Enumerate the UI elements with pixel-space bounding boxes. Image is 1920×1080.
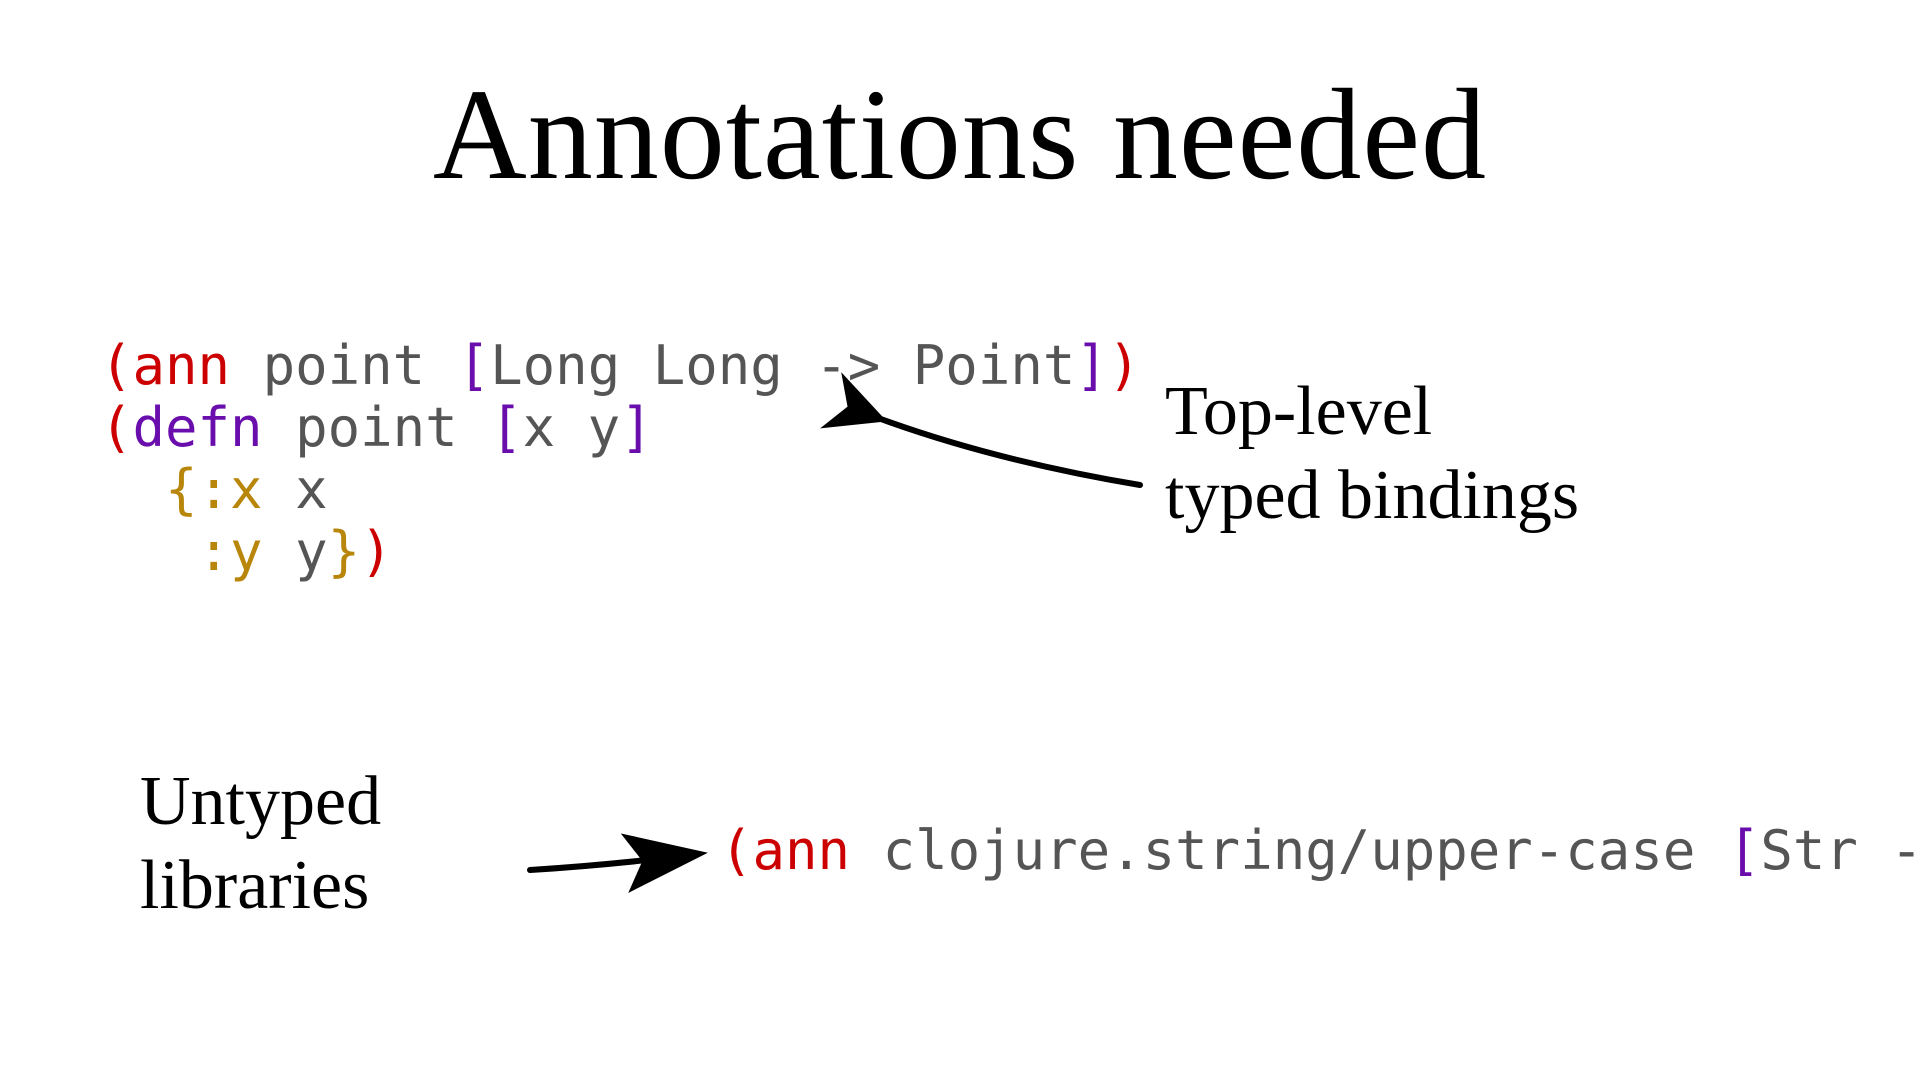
arrow-top bbox=[850, 390, 1150, 510]
code-token: clojure.string/upper-case bbox=[850, 819, 1728, 882]
code-token: point bbox=[230, 334, 458, 397]
slide-title: Annotations needed bbox=[0, 60, 1920, 210]
label-top-line2: typed bindings bbox=[1165, 457, 1579, 534]
code-token: ( bbox=[100, 396, 133, 459]
code-token: { bbox=[165, 458, 198, 521]
label-untyped-libraries: Untyped libraries bbox=[140, 760, 381, 928]
code-token: y bbox=[263, 520, 328, 583]
code-token: [ bbox=[1728, 819, 1761, 882]
code-token: ) bbox=[1108, 334, 1141, 397]
code-token: :x bbox=[198, 458, 263, 521]
slide: Annotations needed (ann point [Long Long… bbox=[0, 0, 1920, 1080]
code-token: x y bbox=[523, 396, 621, 459]
code-token: ann bbox=[133, 334, 231, 397]
label-top-level-bindings: Top-level typed bindings bbox=[1165, 370, 1579, 538]
code-block-upper-case: (ann clojure.string/upper-case [Str -> S… bbox=[720, 820, 1920, 882]
arrow-bottom bbox=[520, 830, 720, 890]
code-token: x bbox=[263, 458, 328, 521]
code-token: Long Long -> Point bbox=[490, 334, 1075, 397]
code-token: Str -> Str bbox=[1760, 819, 1920, 882]
code-token: [ bbox=[458, 334, 491, 397]
label-bottom-line1: Untyped bbox=[140, 763, 381, 840]
code-token: ( bbox=[720, 819, 753, 882]
code-token: } bbox=[328, 520, 361, 583]
code-token: [ bbox=[490, 396, 523, 459]
code-token: ] bbox=[620, 396, 653, 459]
code-token: ( bbox=[100, 334, 133, 397]
code-token: point bbox=[263, 396, 491, 459]
label-bottom-line2: libraries bbox=[140, 847, 369, 924]
code-token: ann bbox=[753, 819, 851, 882]
code-token: defn bbox=[133, 396, 263, 459]
code-token: ] bbox=[1075, 334, 1108, 397]
code-token: :y bbox=[198, 520, 263, 583]
code-token bbox=[100, 520, 198, 583]
label-top-line1: Top-level bbox=[1165, 373, 1432, 450]
code-token: ) bbox=[360, 520, 393, 583]
code-token bbox=[100, 458, 165, 521]
